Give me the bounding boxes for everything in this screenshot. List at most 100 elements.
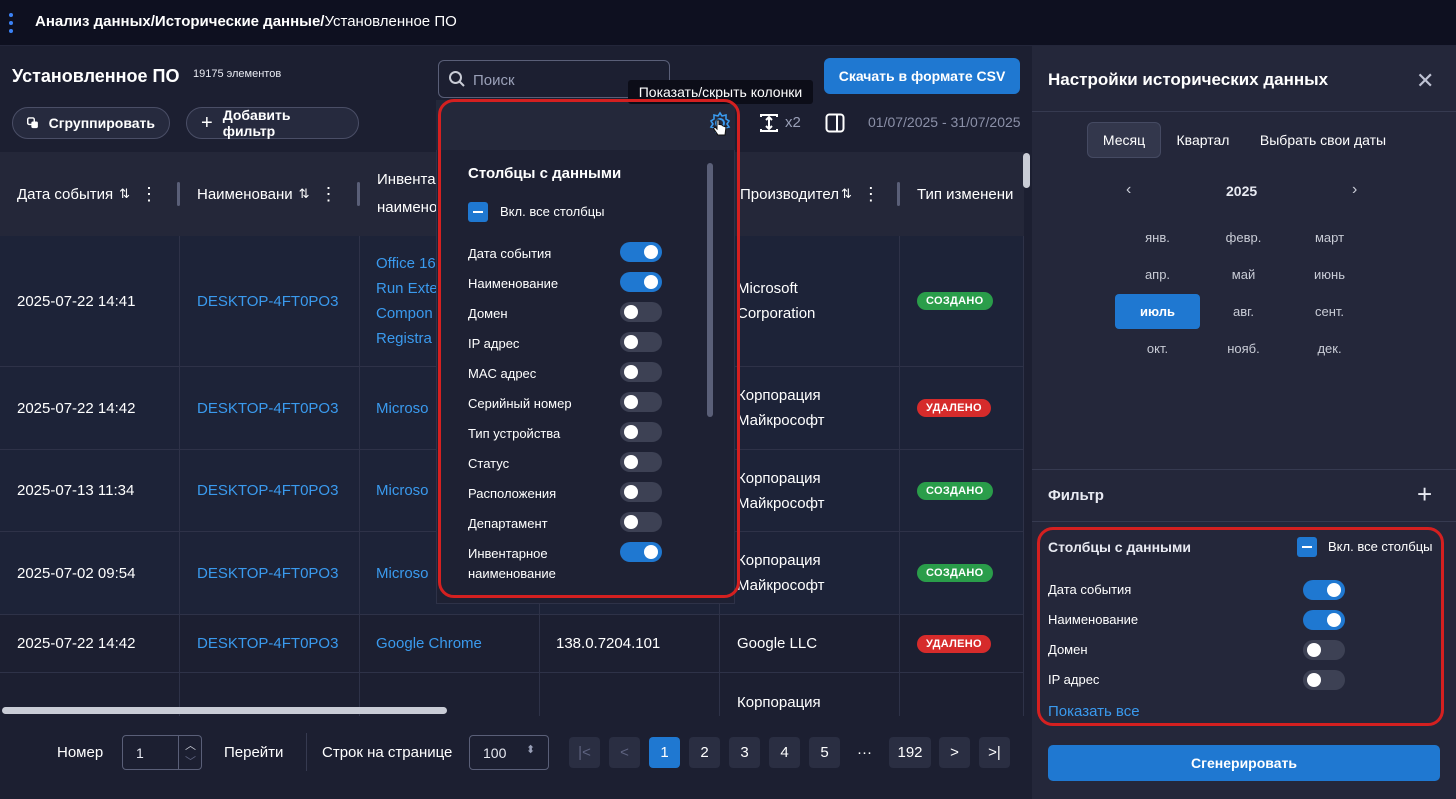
highlight-frame — [438, 99, 740, 598]
column-header-label-line2: наимено — [377, 199, 438, 216]
next-year-icon[interactable]: › — [1352, 181, 1357, 199]
cell-date: 2025-07-22 14:41 — [0, 236, 180, 366]
month-option[interactable]: нояб. — [1201, 331, 1286, 366]
table-row[interactable]: 2025-07-22 14:42 DESKTOP-4FT0PO3 Google Ch… — [0, 615, 1024, 673]
column-header-label: Дата события — [17, 185, 114, 203]
plus-icon: + — [201, 112, 213, 134]
generate-button[interactable]: Сгенерировать — [1048, 745, 1440, 781]
name-link: DESKTOP-4FT0PO3 — [197, 564, 339, 582]
vendor-text: Майкрософт — [737, 494, 825, 512]
column-header-label: Тип изменени — [917, 185, 1014, 203]
table-horizontal-scrollbar[interactable] — [2, 707, 447, 714]
cell-vendor: Microsoft Corporation — [720, 236, 900, 366]
breadcrumb-item-history[interactable]: Исторические данные/ — [155, 13, 325, 30]
tab-month[interactable]: Месяц — [1087, 122, 1161, 158]
vendor-text: Google LLC — [737, 635, 818, 652]
items-count: 19175 элементов — [193, 68, 282, 80]
column-header-label: Наименовани — [197, 185, 293, 203]
tab-custom-dates[interactable]: Выбрать свои даты — [1250, 122, 1396, 158]
close-icon[interactable]: ✕ — [1416, 68, 1434, 94]
status-badge: СОЗДАНО — [917, 564, 993, 582]
page-number-input[interactable]: 1 ︿ ﹀ — [122, 735, 202, 770]
cell-vendor: Корпорация Майкрософт — [720, 532, 900, 614]
vendor-text: Майкрософт — [737, 412, 825, 429]
cell-date: 2025-07-22 14:42 — [0, 367, 180, 449]
prev-year-icon[interactable]: ‹ — [1126, 181, 1131, 199]
breadcrumb-item-analysis[interactable]: Анализ данных/ — [35, 13, 155, 30]
month-option[interactable]: дек. — [1287, 331, 1372, 366]
cell-name[interactable]: DESKTOP-4FT0PO3 — [180, 450, 360, 531]
month-option[interactable]: янв. — [1115, 220, 1200, 255]
add-filter-button[interactable]: + Добавить фильтр — [186, 107, 359, 139]
rows-per-page-select[interactable]: 100 ⬍ — [469, 735, 549, 770]
cell-change-type: УДАЛЕНО — [900, 367, 1024, 449]
column-header-change-type[interactable]: Тип изменени — [900, 152, 1024, 236]
page-button[interactable]: 5 — [809, 737, 840, 768]
density-label[interactable]: x2 — [785, 114, 801, 131]
chevron-down-icon[interactable]: ﹀ — [185, 753, 196, 769]
last-page-button[interactable]: >| — [979, 737, 1010, 768]
column-header-vendor[interactable]: Производител ⇅ ⋮ — [720, 152, 900, 236]
sort-icon[interactable]: ⇅ — [119, 186, 130, 202]
name-link: DESKTOP-4FT0PO3 — [197, 635, 339, 652]
month-option[interactable]: сент. — [1287, 294, 1372, 329]
month-option[interactable]: авг. — [1201, 294, 1286, 329]
month-option[interactable]: февр. — [1201, 220, 1286, 255]
chevron-up-icon[interactable]: ︿ — [185, 737, 196, 753]
cell-name[interactable]: DESKTOP-4FT0PO3 — [180, 367, 360, 449]
vendor-text: Корпорация — [737, 387, 821, 404]
status-badge: УДАЛЕНО — [917, 399, 991, 417]
cell-name[interactable]: DESKTOP-4FT0PO3 — [180, 532, 360, 614]
inventory-link: Google Chrome — [376, 635, 482, 652]
cell-date: 2025-07-02 09:54 — [0, 532, 180, 614]
row-height-icon[interactable] — [758, 112, 780, 134]
cell-name[interactable]: DESKTOP-4FT0PO3 — [180, 615, 360, 672]
sort-icon[interactable]: ⇅ — [841, 186, 852, 202]
month-option[interactable]: март — [1287, 220, 1372, 255]
cell-change-type: СОЗДАНО — [900, 450, 1024, 531]
page-button[interactable]: 3 — [729, 737, 760, 768]
cell-change-type: СОЗДАНО — [900, 532, 1024, 614]
cell-inventory[interactable]: Google Chrome — [360, 615, 540, 672]
last-page-number-button[interactable]: 192 — [889, 737, 931, 768]
column-kebab-icon[interactable]: ⋮ — [862, 184, 880, 205]
go-button[interactable]: Перейти — [224, 744, 283, 761]
status-badge: УДАЛЕНО — [917, 634, 991, 653]
menu-kebab-icon[interactable] — [9, 13, 13, 33]
cell-version: 138.0.7204.101 — [540, 615, 720, 672]
cell-name[interactable]: DESKTOP-4FT0PO3 — [180, 236, 360, 366]
group-button[interactable]: Сгруппировать — [12, 107, 170, 139]
month-option[interactable]: июнь — [1287, 257, 1372, 292]
page-button[interactable]: 2 — [689, 737, 720, 768]
add-filter-icon[interactable]: + — [1417, 481, 1432, 507]
panel-toggle-icon[interactable] — [825, 113, 845, 133]
rows-per-page-value: 100 — [483, 745, 507, 761]
first-page-button[interactable]: |< — [569, 737, 600, 768]
column-kebab-icon[interactable]: ⋮ — [140, 184, 158, 205]
vendor-text: Microsoft — [737, 280, 798, 297]
page-title: Установленное ПО — [12, 66, 180, 86]
sort-icon[interactable]: ⇅ — [299, 186, 310, 202]
date-text: 2025-07-22 14:42 — [17, 635, 136, 652]
month-option[interactable]: июль — [1115, 294, 1200, 329]
breadcrumb: Анализ данных/Исторические данные/Устано… — [35, 13, 457, 30]
page-button[interactable]: 4 — [769, 737, 800, 768]
page-number-value[interactable]: 1 — [136, 745, 144, 761]
status-badge: СОЗДАНО — [917, 292, 993, 310]
tab-quarter[interactable]: Квартал — [1167, 122, 1239, 158]
cell-vendor: Google LLC — [720, 615, 900, 672]
month-option[interactable]: апр. — [1115, 257, 1200, 292]
cell-date: 2025-07-22 14:42 — [0, 615, 180, 672]
column-header-date[interactable]: Дата события ⇅ ⋮ — [0, 152, 180, 236]
next-page-button[interactable]: > — [939, 737, 970, 768]
date-range: 01/07/2025 - 31/07/2025 — [868, 114, 1021, 130]
month-option[interactable]: окт. — [1115, 331, 1200, 366]
prev-page-button[interactable]: < — [609, 737, 640, 768]
column-kebab-icon[interactable]: ⋮ — [320, 184, 338, 205]
month-option[interactable]: май — [1201, 257, 1286, 292]
page-button[interactable]: 1 — [649, 737, 680, 768]
download-csv-button[interactable]: Скачать в формате CSV — [824, 58, 1020, 94]
column-header-name[interactable]: Наименовани ⇅ ⋮ — [180, 152, 360, 236]
pagination-ellipsis: ··· — [857, 744, 872, 761]
table-vertical-scrollbar[interactable] — [1023, 153, 1030, 188]
